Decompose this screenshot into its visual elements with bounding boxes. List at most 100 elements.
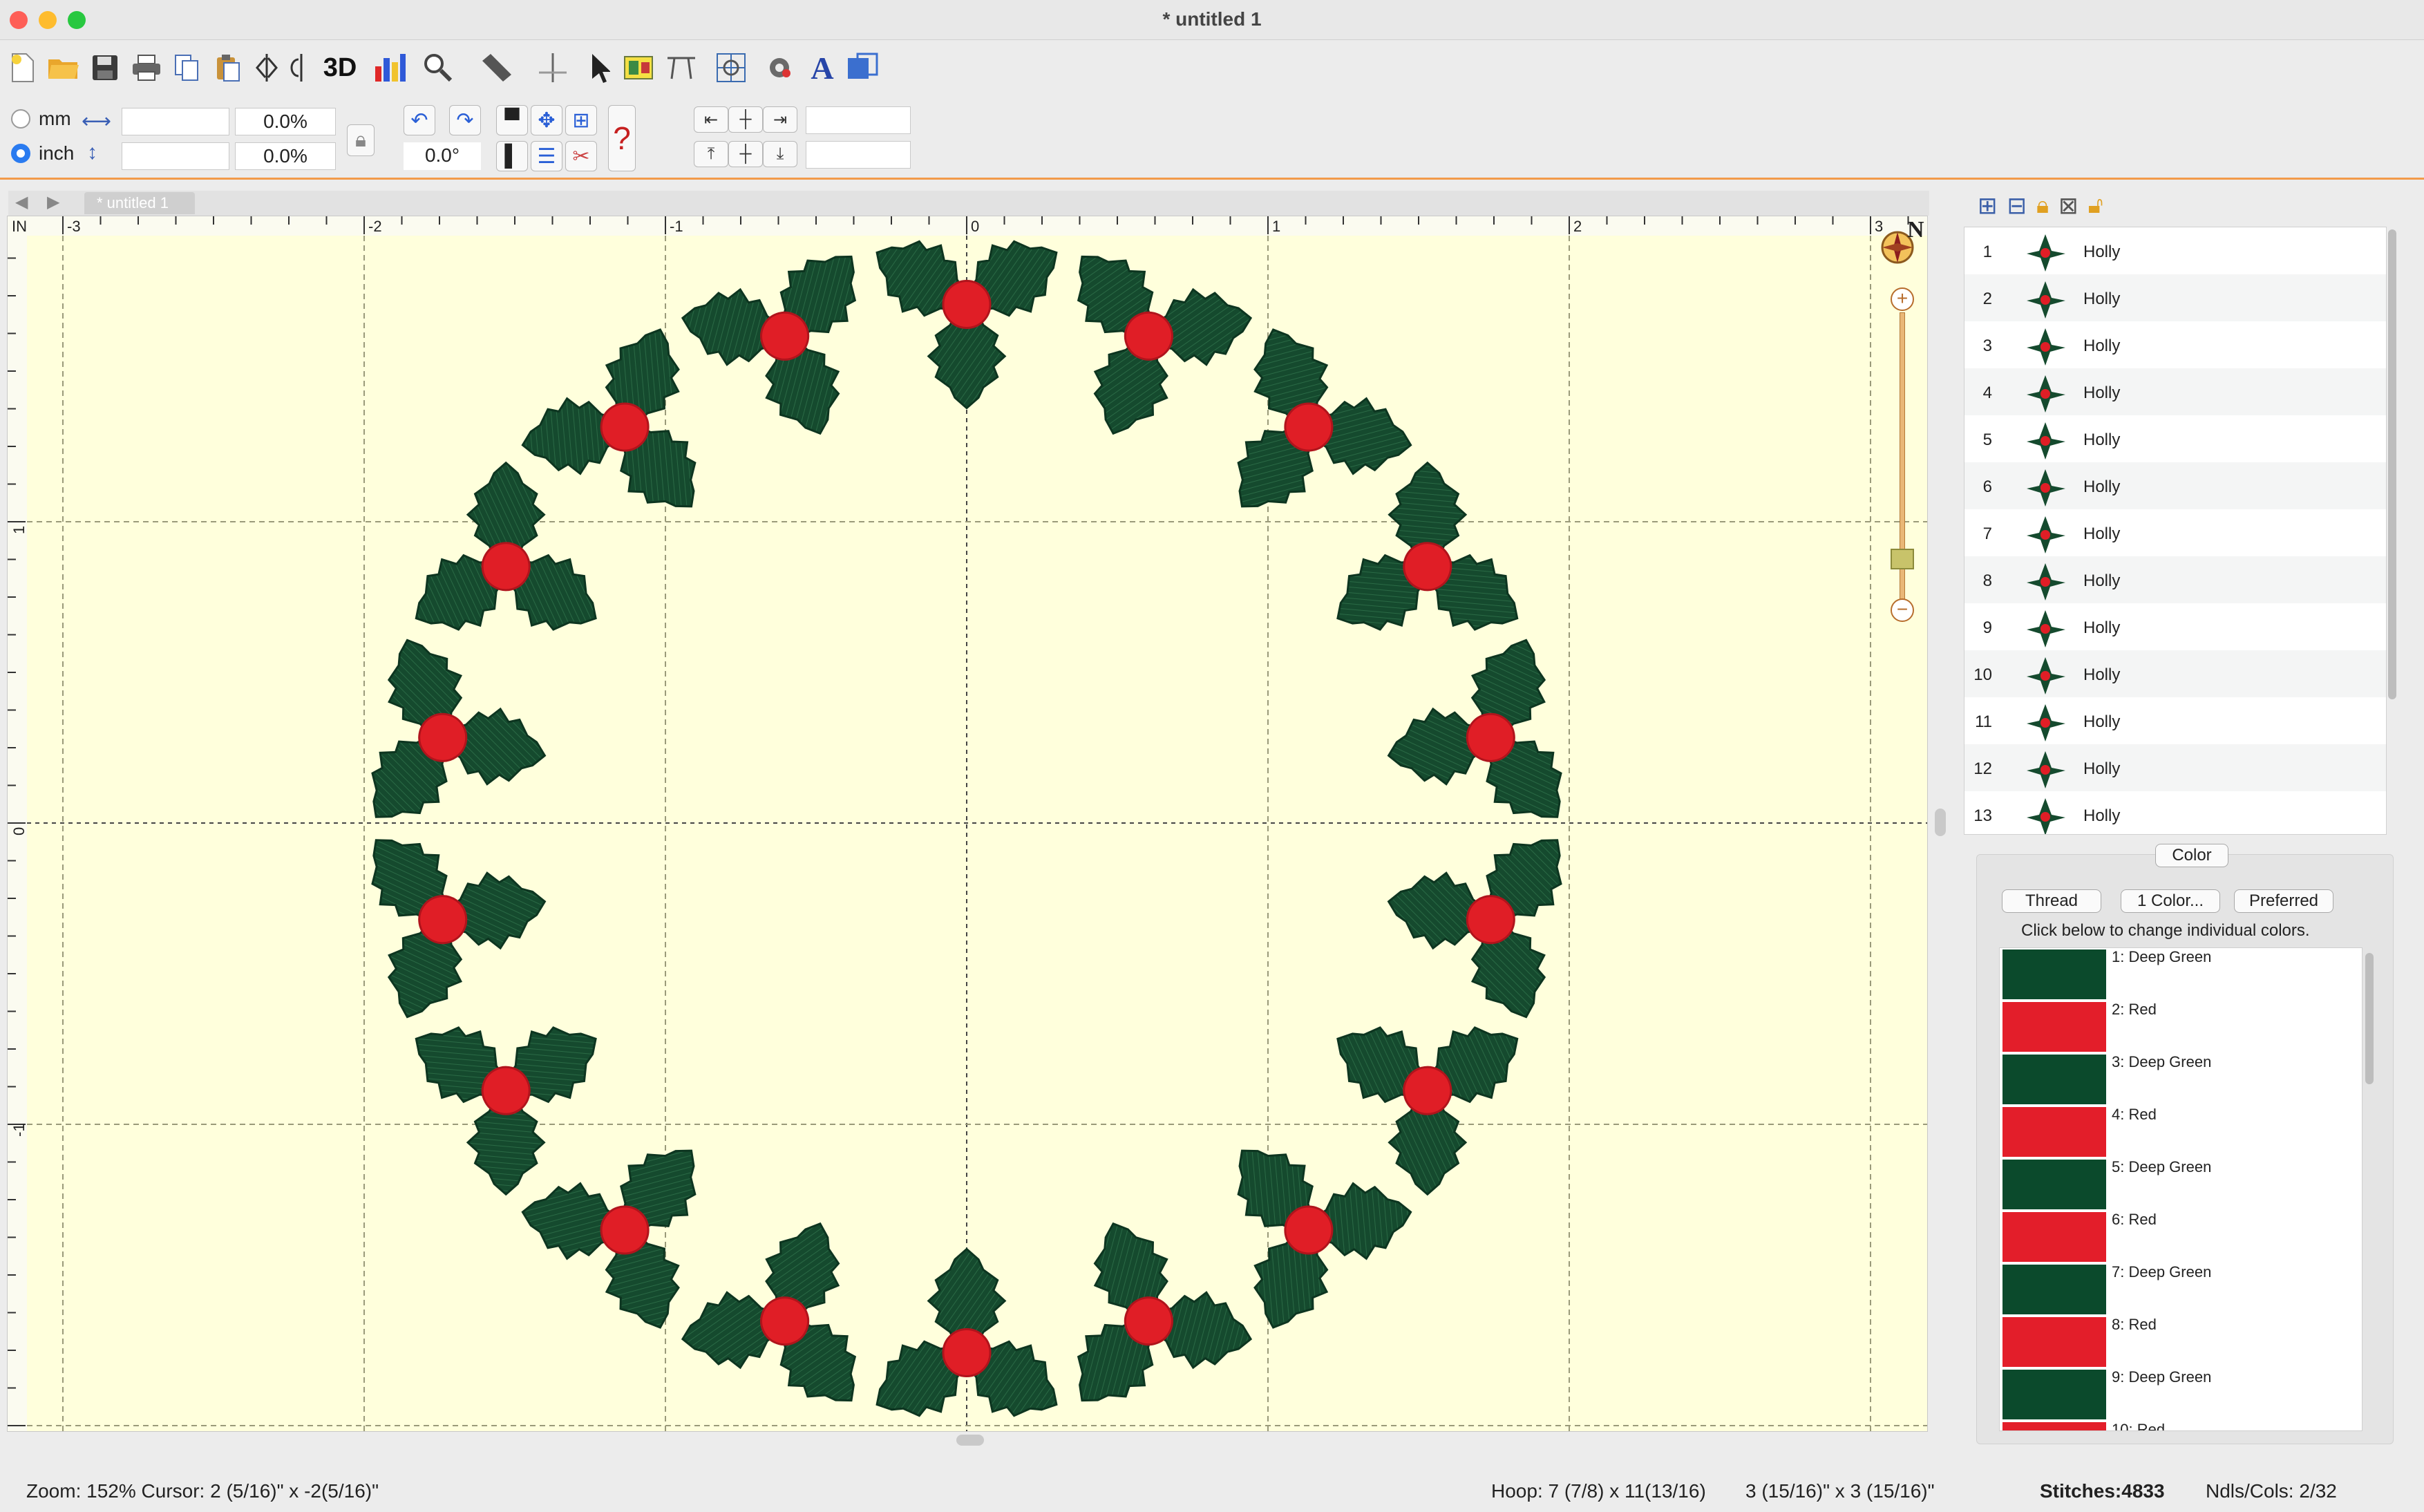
thread-color-row[interactable]: 6: Red	[2000, 1211, 2352, 1263]
width-input[interactable]	[122, 108, 229, 135]
thread-color-swatch[interactable]	[2002, 1212, 2106, 1262]
holly-motif[interactable]	[1373, 813, 1569, 1019]
thread-color-row[interactable]: 5: Deep Green	[2000, 1158, 2352, 1211]
rotation-input[interactable]: 0.0°	[404, 142, 481, 170]
color-list-scrollbar[interactable]	[2365, 953, 2374, 1084]
collapse-group-icon[interactable]: ⊟	[2007, 192, 2027, 223]
canvas-horizontal-scrollbar[interactable]	[956, 1435, 984, 1446]
align-top-button[interactable]: ▀	[496, 105, 528, 135]
width-percent-input[interactable]: 0.0%	[235, 108, 336, 135]
align-left-edge-button[interactable]: ⇤	[694, 106, 728, 133]
help-button[interactable]: ?	[608, 105, 636, 171]
zoom-in-button[interactable]: +	[1891, 287, 1914, 311]
thread-color-swatch[interactable]	[2002, 1107, 2106, 1157]
cut-button[interactable]: ✂	[565, 141, 597, 171]
thread-color-row[interactable]: 7: Deep Green	[2000, 1263, 2352, 1316]
mirror-horizontal-icon[interactable]	[247, 47, 286, 88]
unit-mm-radio[interactable]	[11, 109, 30, 129]
thread-color-row[interactable]: 8: Red	[2000, 1316, 2352, 1368]
object-list-row[interactable]: 1 Holly	[1964, 227, 2386, 274]
tab-untitled[interactable]: * untitled 1	[84, 192, 195, 214]
lock-object-icon[interactable]: 🔒︎	[2036, 192, 2049, 223]
mirror-vertical-icon[interactable]	[282, 47, 321, 88]
expand-group-icon[interactable]: ⊞	[1978, 192, 1998, 223]
needle-icon[interactable]	[533, 47, 572, 88]
object-list-row[interactable]: 12 Holly	[1964, 744, 2386, 791]
thread-button[interactable]: Thread	[2002, 889, 2101, 913]
object-list-row[interactable]: 2 Holly	[1964, 274, 2386, 321]
object-list-row[interactable]: 9 Holly	[1964, 603, 2386, 650]
thread-color-swatch[interactable]	[2002, 949, 2106, 999]
rotate-left-button[interactable]: ↶	[404, 105, 435, 135]
thread-color-row[interactable]: 10: Red	[2000, 1421, 2352, 1430]
object-list-row[interactable]: 8 Holly	[1964, 556, 2386, 603]
thread-color-row[interactable]: 3: Deep Green	[2000, 1053, 2352, 1106]
object-list-row[interactable]: 5 Holly	[1964, 415, 2386, 462]
text-tool-button[interactable]: A	[803, 47, 842, 88]
lock-aspect-button[interactable]: 🔒︎	[347, 124, 375, 156]
holly-motif[interactable]	[1029, 1193, 1255, 1411]
stitch-tool-icon[interactable]	[662, 47, 701, 88]
object-list-scrollbar[interactable]	[2388, 229, 2396, 699]
object-properties-icon[interactable]	[619, 47, 658, 88]
design-canvas[interactable]: IN -3 -2 -1 0 1 2 3 1 0 -1	[7, 216, 1928, 1432]
preferred-button[interactable]: Preferred	[2234, 889, 2333, 913]
save-icon[interactable]	[86, 47, 124, 88]
align-center-v-button[interactable]: ┼	[728, 141, 763, 167]
thread-color-swatch[interactable]	[2002, 1055, 2106, 1104]
unit-inch-radio[interactable]	[11, 144, 30, 163]
align-center-h-button[interactable]: ┼	[728, 106, 763, 133]
grid-wizard-icon[interactable]	[712, 47, 750, 88]
zoom-icon[interactable]	[419, 47, 457, 88]
rotate-right-button[interactable]: ↷	[449, 105, 481, 135]
holly-motif[interactable]	[1029, 246, 1255, 464]
thread-color-swatch[interactable]	[2002, 1002, 2106, 1052]
ruler-icon[interactable]	[477, 47, 515, 88]
print-icon[interactable]	[127, 47, 166, 88]
canvas-vertical-scrollbar[interactable]	[1935, 809, 1946, 836]
thread-color-swatch[interactable]	[2002, 1160, 2106, 1209]
open-folder-icon[interactable]	[44, 47, 83, 88]
holly-motif[interactable]	[679, 1193, 905, 1411]
align-top-edge-button[interactable]: ⤒	[694, 141, 728, 167]
tab-color[interactable]: Color	[2155, 844, 2228, 867]
holly-motif[interactable]	[1373, 639, 1569, 844]
one-color-button[interactable]: 1 Color...	[2121, 889, 2220, 913]
object-list-row[interactable]: 6 Holly	[1964, 462, 2386, 509]
height-percent-input[interactable]: 0.0%	[235, 142, 336, 170]
holly-motif[interactable]	[365, 639, 560, 844]
holly-motif[interactable]	[365, 813, 560, 1019]
tab-next-icon[interactable]: ▶	[47, 192, 59, 212]
thread-color-row[interactable]: 4: Red	[2000, 1106, 2352, 1158]
hide-object-icon[interactable]: ⊠	[2058, 192, 2079, 223]
zoom-out-button[interactable]: −	[1891, 598, 1914, 622]
object-list-row[interactable]: 11 Holly	[1964, 697, 2386, 744]
align-left-button[interactable]: ▌	[496, 141, 528, 171]
sequence-button[interactable]: ☰	[531, 141, 562, 171]
align-bottom-edge-button[interactable]: ⤓	[763, 141, 797, 167]
object-list-row[interactable]: 4 Holly	[1964, 368, 2386, 415]
holly-motif[interactable]	[875, 240, 1058, 410]
object-list-row[interactable]: 3 Holly	[1964, 321, 2386, 368]
unlock-object-icon[interactable]: 🔓︎	[2088, 192, 2103, 223]
object-list-row[interactable]: 13 Holly	[1964, 791, 2386, 834]
thread-color-swatch[interactable]	[2002, 1317, 2106, 1367]
zoom-slider-thumb[interactable]	[1891, 549, 1914, 569]
align-v-input[interactable]	[806, 141, 911, 169]
thread-color-row[interactable]: 9: Deep Green	[2000, 1368, 2352, 1421]
holly-motif[interactable]	[679, 246, 905, 464]
new-file-icon[interactable]	[3, 47, 41, 88]
copy-icon[interactable]	[167, 47, 206, 88]
thread-color-swatch[interactable]	[2002, 1370, 2106, 1419]
align-h-input[interactable]	[806, 106, 911, 134]
compass-icon[interactable]: N	[1874, 217, 1924, 270]
gear-icon[interactable]	[760, 47, 799, 88]
object-list-row[interactable]: 10 Holly	[1964, 650, 2386, 697]
export-icon[interactable]	[843, 47, 882, 88]
height-input[interactable]	[122, 142, 229, 170]
select-arrow-icon[interactable]	[580, 47, 619, 88]
paste-icon[interactable]	[209, 47, 247, 88]
thread-color-swatch[interactable]	[2002, 1265, 2106, 1314]
group-button[interactable]: ⊞	[565, 105, 597, 135]
thread-color-row[interactable]: 1: Deep Green	[2000, 948, 2352, 1001]
